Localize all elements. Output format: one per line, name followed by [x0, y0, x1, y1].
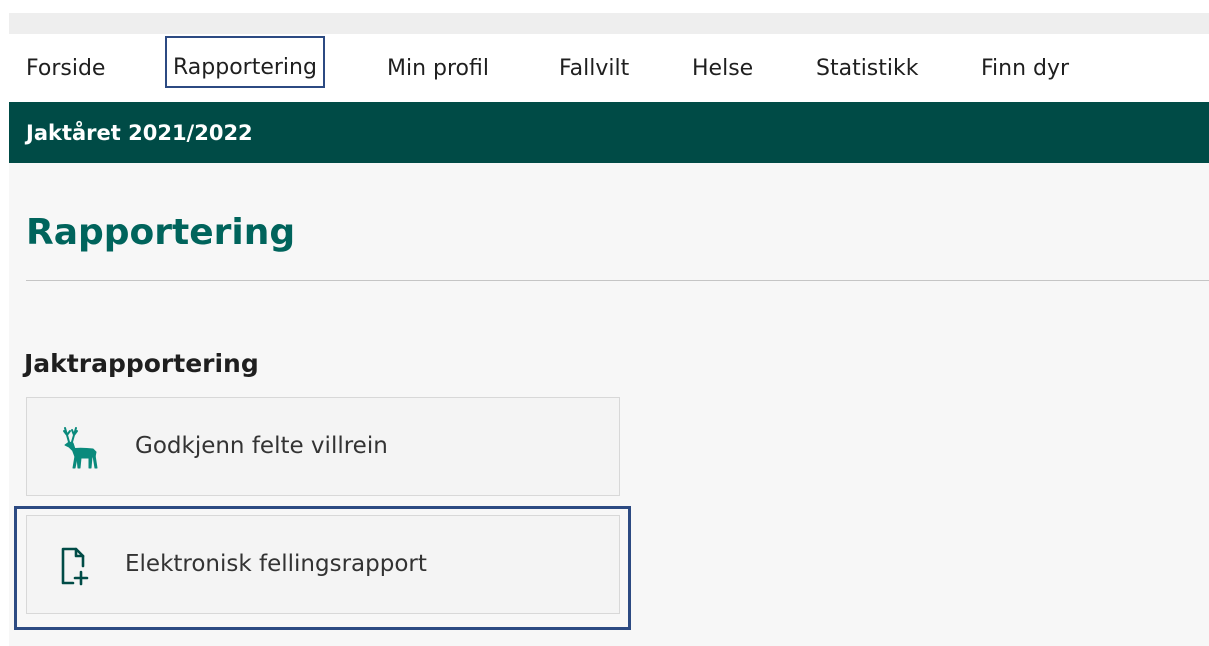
nav-item-min-profil[interactable]: Min profil	[387, 34, 489, 102]
nav-item-statistikk[interactable]: Statistikk	[816, 34, 919, 102]
card-label: Godkjenn felte villrein	[135, 433, 388, 459]
page-title: Rapportering	[26, 212, 296, 253]
nav-item-fallvilt[interactable]: Fallvilt	[559, 34, 629, 102]
nav-item-helse[interactable]: Helse	[692, 34, 753, 102]
season-label: Jaktåret 2021/2022	[26, 121, 253, 145]
nav-item-rapportering[interactable]: Rapportering	[165, 36, 325, 88]
season-band: Jaktåret 2021/2022	[9, 102, 1209, 163]
top-strip	[9, 13, 1209, 34]
main-nav: Forside Rapportering Min profil Fallvilt…	[9, 34, 1209, 102]
section-heading: Jaktrapportering	[24, 349, 259, 378]
reindeer-icon	[55, 425, 103, 471]
title-divider	[26, 280, 1209, 281]
nav-item-forside[interactable]: Forside	[26, 34, 105, 102]
highlight-outline	[14, 506, 631, 630]
nav-item-finn-dyr[interactable]: Finn dyr	[981, 34, 1069, 102]
page-frame: Forside Rapportering Min profil Fallvilt…	[9, 13, 1209, 646]
card-godkjenn-felte-villrein[interactable]: Godkjenn felte villrein	[26, 397, 620, 496]
